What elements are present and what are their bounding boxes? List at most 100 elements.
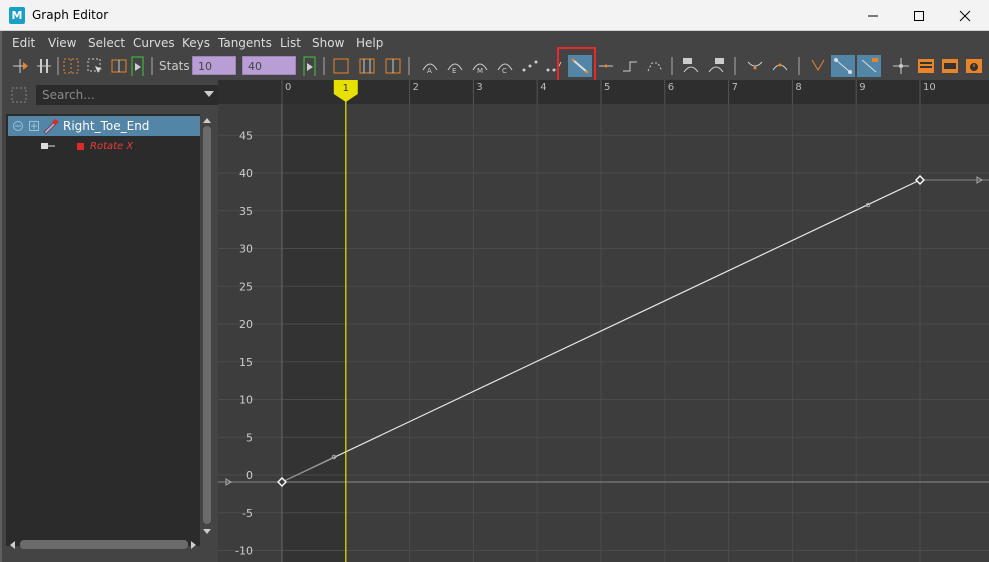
clamped-curve-icon[interactable] — [544, 56, 564, 76]
menu-tangents[interactable]: Tangents — [218, 36, 272, 50]
scroll-left-icon[interactable] — [8, 540, 16, 550]
linear-tangent-icon — [571, 58, 589, 74]
spline-tangent-icon[interactable]: E — [445, 56, 465, 76]
scroll-down-icon[interactable] — [202, 528, 212, 536]
frame-all-icon[interactable] — [331, 56, 351, 76]
retime-icon[interactable] — [109, 56, 129, 76]
stats-label: Stats — [159, 59, 190, 73]
horizontal-scrollbar[interactable] — [20, 540, 188, 549]
post-infinity-icon[interactable] — [706, 56, 726, 76]
y-tick-label: 5 — [246, 431, 253, 444]
x-tick-label: 9 — [859, 82, 865, 93]
close-icon — [959, 10, 971, 21]
tree-item-node[interactable]: Right_Toe_End — [8, 116, 200, 136]
joint-icon — [43, 119, 59, 134]
graph-view[interactable]: 012345678910454035302520151050-5-101 — [218, 80, 989, 562]
menu-bar: Edit View Select Curves Keys Tangents Li… — [0, 31, 989, 53]
y-tick-label: 10 — [239, 394, 253, 407]
free-tangent-weight-icon[interactable] — [808, 56, 828, 76]
scroll-right-icon[interactable] — [190, 540, 198, 550]
attribute-rotate-x[interactable]: Rotate X — [90, 141, 133, 152]
x-tick-label: 2 — [413, 82, 419, 93]
center-current-time-icon[interactable] — [383, 56, 403, 76]
pre-infinity-icon[interactable] — [681, 56, 701, 76]
weighted-tangents-button[interactable] — [857, 55, 881, 77]
menu-select[interactable]: Select — [88, 36, 125, 50]
title-bar: M Graph Editor — [0, 0, 989, 31]
svg-text:A: A — [427, 67, 432, 75]
x-tick-label: 4 — [540, 82, 546, 93]
lock-tangent-weight-icon — [834, 58, 852, 74]
y-tick-label: 0 — [246, 469, 253, 482]
y-tick-label: 40 — [239, 167, 253, 180]
y-tick-label: 25 — [239, 280, 253, 293]
toolbar: Stats 10 40 A E M C — [0, 53, 989, 80]
stats-frame-field[interactable]: 10 — [192, 56, 236, 75]
close-button[interactable] — [942, 0, 988, 31]
stats-value-field[interactable]: 40 — [242, 56, 296, 75]
move-key-icon[interactable] — [10, 56, 30, 76]
current-frame-label: 1 — [343, 83, 349, 94]
y-tick-label: 45 — [239, 129, 253, 142]
time-slider-icon[interactable] — [131, 56, 151, 76]
search-dropdown-icon[interactable] — [204, 91, 214, 97]
svg-text:M: M — [477, 67, 483, 75]
menu-help[interactable]: Help — [356, 36, 383, 50]
y-tick-label: -5 — [242, 507, 253, 520]
trax-editor-icon[interactable] — [940, 56, 960, 76]
unify-tangents-icon[interactable] — [770, 56, 790, 76]
auto-tangent-icon[interactable]: A — [420, 56, 440, 76]
menu-edit[interactable]: Edit — [12, 36, 35, 50]
insert-key-icon[interactable] — [34, 56, 54, 76]
y-tick-label: 15 — [239, 356, 253, 369]
y-tick-label: -10 — [235, 545, 253, 558]
x-tick-label: 8 — [795, 82, 801, 93]
outliner-panel: Right_Toe_End Rotate X — [0, 80, 218, 562]
lattice-icon[interactable] — [61, 56, 81, 76]
region-select-icon[interactable] — [85, 56, 105, 76]
collapse-icon[interactable] — [12, 120, 24, 132]
menu-show[interactable]: Show — [312, 36, 344, 50]
vertical-scrollbar[interactable] — [203, 126, 211, 524]
maya-logo-icon: M — [9, 7, 25, 24]
plateau-curve-icon[interactable] — [645, 56, 665, 76]
maximize-button[interactable] — [896, 0, 942, 31]
spline-curve-icon[interactable] — [520, 56, 540, 76]
svg-text:C: C — [502, 67, 507, 75]
window-title: Graph Editor — [32, 8, 109, 22]
attribute-icon — [41, 143, 55, 149]
step-tangent-icon[interactable] — [620, 56, 640, 76]
y-tick-label: 35 — [239, 205, 253, 218]
plateau-tangent-icon[interactable]: C — [495, 56, 515, 76]
maximize-icon — [914, 10, 924, 21]
expand-icon[interactable] — [28, 120, 40, 132]
dope-sheet-icon[interactable] — [916, 56, 936, 76]
lock-tangent-weight-button[interactable] — [831, 55, 855, 77]
scroll-up-icon[interactable] — [202, 116, 212, 124]
x-tick-label: 5 — [604, 82, 610, 93]
menu-view[interactable]: View — [48, 36, 76, 50]
time-editor-icon[interactable] — [964, 56, 984, 76]
linear-tangent-button[interactable] — [568, 55, 592, 77]
minimize-button[interactable] — [850, 0, 896, 31]
time-snap-icon[interactable] — [303, 56, 323, 76]
graph-canvas[interactable]: 012345678910454035302520151050-5-101 — [218, 80, 989, 562]
menu-curves[interactable]: Curves — [133, 36, 175, 50]
frame-playback-range-icon[interactable] — [357, 56, 377, 76]
weighted-tangents-icon — [861, 58, 878, 73]
move-tangent-icon[interactable] — [891, 56, 911, 76]
menu-keys[interactable]: Keys — [182, 36, 210, 50]
menu-list[interactable]: List — [280, 36, 301, 50]
break-tangents-icon[interactable] — [745, 56, 765, 76]
minimize-icon — [868, 15, 878, 16]
y-tick-label: 20 — [239, 318, 253, 331]
y-tick-label: 30 — [239, 243, 253, 256]
node-label: Right_Toe_End — [63, 119, 150, 133]
attribute-color-swatch — [77, 143, 84, 150]
clamped-tangent-icon[interactable]: M — [470, 56, 490, 76]
x-tick-label: 10 — [923, 82, 936, 93]
filter-icon[interactable] — [10, 86, 28, 104]
search-input[interactable] — [36, 85, 218, 105]
flat-tangent-icon[interactable] — [596, 56, 616, 76]
x-tick-label: 6 — [668, 82, 674, 93]
